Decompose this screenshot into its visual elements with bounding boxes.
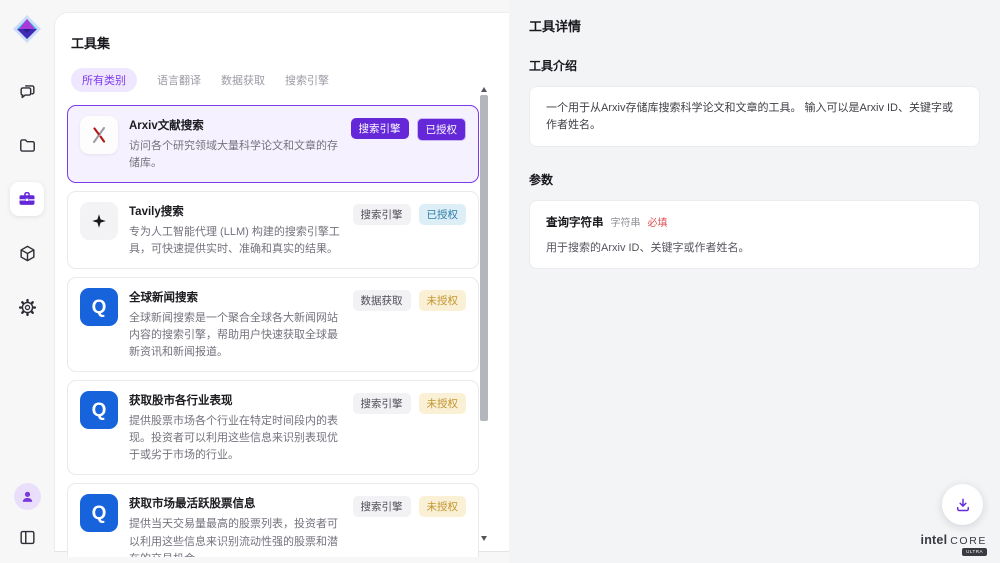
tool-badges: 数据获取 未授权 [353,288,467,361]
param-description: 用于搜索的Arxiv ID、关键字或作者姓名。 [546,239,963,255]
tool-title: Arxiv文献搜索 [129,117,340,133]
tool-description: 提供当天交易量最高的股票列表，投资者可以利用这些信息来识别流动性强的股票和潜在的… [129,516,342,557]
tool-description: 专为人工智能代理 (LLM) 构建的搜索引擎工具，可快速提供实时、准确和真实的结… [129,224,342,258]
tool-badges: 搜索引擎 已授权 [353,202,467,258]
auth-badge: 已授权 [417,118,467,141]
list-scrollbar[interactable] [479,87,489,541]
download-button[interactable] [942,484,983,525]
blue-q-icon: Q [80,391,118,429]
intel-ultra-badge: ULTRA [962,548,987,556]
tab-search-engine[interactable]: 搜索引擎 [285,68,329,92]
intel-core-logo: intel CORE ULTRA [921,533,987,556]
app-logo-icon [12,14,42,44]
tool-card-arxiv[interactable]: Arxiv文献搜索 访问各个研究领域大量科学论文和文章的存储库。 搜索引擎 已授… [67,105,479,183]
cube-icon[interactable] [10,236,44,270]
tool-card-list: Arxiv文献搜索 访问各个研究领域大量科学论文和文章的存储库。 搜索引擎 已授… [67,105,479,557]
core-wordmark: CORE [950,535,987,547]
panel-toggle-icon[interactable] [13,523,41,551]
sidebar-nav [10,74,44,324]
tool-card-body: 获取股市各行业表现 提供股票市场各个行业在特定时间段内的表现。投资者可以利用这些… [129,391,342,464]
param-required-badge: 必填 [648,214,668,229]
q-glyph: Q [92,298,107,317]
arxiv-x-icon [80,116,118,154]
sidebar-bottom [13,483,41,551]
intro-box: 一个用于从Arxiv存储库搜索科学论文和文章的工具。 输入可以是Arxiv ID… [529,86,980,147]
user-avatar-icon[interactable] [14,483,41,510]
param-box: 查询字符串 字符串 必填 用于搜索的Arxiv ID、关键字或作者姓名。 [529,200,980,269]
tab-data-acquisition[interactable]: 数据获取 [221,68,265,92]
tool-title: 获取市场最活跃股票信息 [129,495,342,511]
auth-badge: 未授权 [419,393,467,414]
folder-icon[interactable] [10,128,44,162]
blue-q-icon: Q [80,494,118,532]
params-heading: 参数 [529,171,980,188]
param-name: 查询字符串 [546,214,604,230]
tool-description: 提供股票市场各个行业在特定时间段内的表现。投资者可以利用这些信息来识别表现优于或… [129,413,342,464]
tab-language-translation[interactable]: 语言翻译 [157,68,201,92]
toolbox-icon[interactable] [10,182,44,216]
tool-card-global-news[interactable]: Q 全球新闻搜索 全球新闻搜索是一个聚合全球各大新闻网站内容的搜索引擎，帮助用户… [67,277,479,372]
scroll-down-arrow-icon[interactable] [481,536,487,541]
tool-badges: 搜索引擎 已授权 [351,116,467,172]
intro-text: 一个用于从Arxiv存储库搜索科学论文和文章的工具。 输入可以是Arxiv ID… [546,100,963,133]
download-icon [954,496,972,514]
intel-core-wordmark: intel CORE [921,533,987,547]
auth-badge: 已授权 [419,204,467,225]
scroll-up-arrow-icon[interactable] [481,87,487,92]
page-title: 工具集 [71,33,509,52]
tool-badges: 搜索引擎 未授权 [353,494,467,557]
tavily-star-icon [80,202,118,240]
category-badge: 数据获取 [353,290,411,311]
auth-badge: 未授权 [419,496,467,517]
tool-description: 访问各个研究领域大量科学论文和文章的存储库。 [129,138,340,172]
category-badge: 搜索引擎 [353,496,411,517]
intro-heading: 工具介绍 [529,57,980,74]
detail-panel: 工具详情 工具介绍 一个用于从Arxiv存储库搜索科学论文和文章的工具。 输入可… [509,0,1000,563]
tool-title: 获取股市各行业表现 [129,392,342,408]
q-glyph: Q [92,401,107,420]
tool-card-body: Arxiv文献搜索 访问各个研究领域大量科学论文和文章的存储库。 [129,116,340,172]
tool-card-body: 全球新闻搜索 全球新闻搜索是一个聚合全球各大新闻网站内容的搜索引擎，帮助用户快速… [129,288,342,361]
tool-card-active-stocks[interactable]: Q 获取市场最活跃股票信息 提供当天交易量最高的股票列表，投资者可以利用这些信息… [67,483,479,557]
tool-card-sector-performance[interactable]: Q 获取股市各行业表现 提供股票市场各个行业在特定时间段内的表现。投资者可以利用… [67,380,479,475]
category-badge: 搜索引擎 [353,393,411,414]
tool-title: 全球新闻搜索 [129,289,342,305]
chat-icon[interactable] [10,74,44,108]
blue-q-icon: Q [80,288,118,326]
param-head: 查询字符串 字符串 必填 [546,214,963,230]
q-glyph: Q [92,504,107,523]
tool-card-body: 获取市场最活跃股票信息 提供当天交易量最高的股票列表，投资者可以利用这些信息来识… [129,494,342,557]
settings-icon[interactable] [10,290,44,324]
tool-title: Tavily搜索 [129,203,342,219]
category-badge: 搜索引擎 [351,118,409,139]
scrollbar-thumb[interactable] [480,95,488,421]
auth-badge: 未授权 [419,290,467,311]
category-badge: 搜索引擎 [353,204,411,225]
tool-card-body: Tavily搜索 专为人工智能代理 (LLM) 构建的搜索引擎工具，可快速提供实… [129,202,342,258]
app-sidebar [0,0,54,563]
intel-wordmark: intel [921,533,948,547]
category-tabs: 所有类别 语言翻译 数据获取 搜索引擎 [71,68,509,92]
tool-description: 全球新闻搜索是一个聚合全球各大新闻网站内容的搜索引擎，帮助用户快速获取全球最新资… [129,310,342,361]
tools-panel: 工具集 所有类别 语言翻译 数据获取 搜索引擎 Arxiv文献搜索 访问各个研究… [54,12,509,552]
tab-all-categories[interactable]: 所有类别 [71,68,137,92]
tool-card-tavily[interactable]: Tavily搜索 专为人工智能代理 (LLM) 构建的搜索引擎工具，可快速提供实… [67,191,479,269]
tool-badges: 搜索引擎 未授权 [353,391,467,464]
param-type: 字符串 [611,214,641,229]
detail-title: 工具详情 [529,16,980,35]
